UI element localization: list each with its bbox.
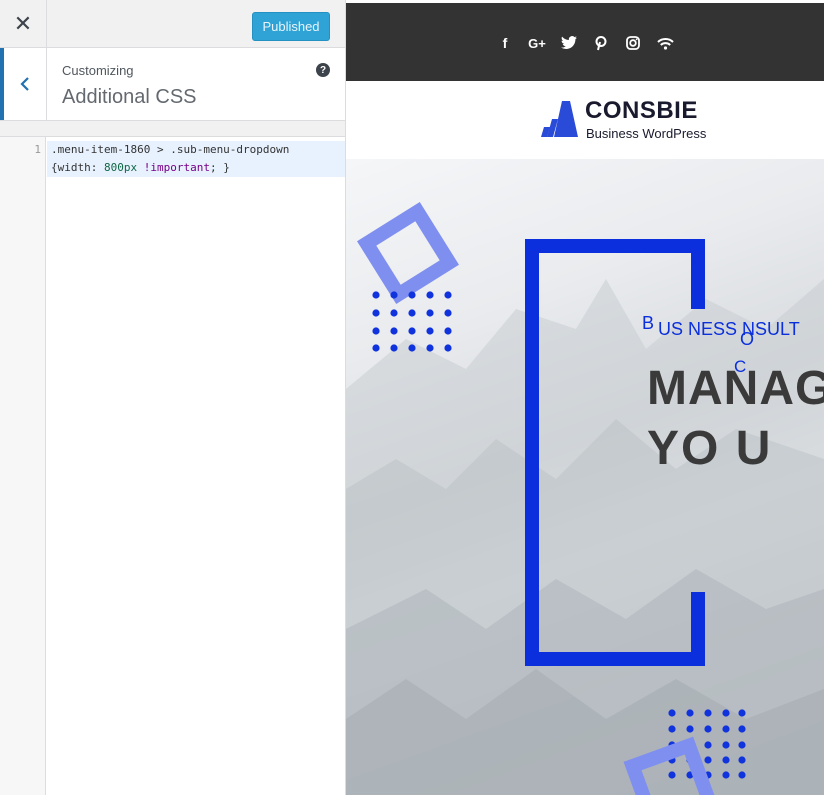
decor-square-top: [357, 202, 459, 304]
code-prefix: {width:: [51, 161, 104, 174]
hero-subtitle-text: US NESS NSULT: [658, 319, 800, 339]
logo-name[interactable]: CONSBIE: [585, 97, 698, 125]
help-icon[interactable]: ?: [316, 63, 330, 77]
section-title: Additional CSS: [62, 86, 197, 108]
publish-button[interactable]: Published: [252, 12, 330, 41]
chevron-left-icon: [20, 77, 29, 91]
hero-headline-2: YO U: [647, 422, 773, 475]
close-icon: ✕: [13, 11, 33, 36]
instagram-icon[interactable]: [617, 31, 649, 55]
section-title-panel: Customizing Additional CSS ?: [0, 48, 345, 121]
site-header: CONSBIE Business WordPress: [346, 81, 824, 159]
logo-tagline: Business WordPress: [586, 126, 707, 141]
line-gutter: 1: [0, 137, 46, 795]
code-suffix: ; }: [209, 161, 230, 174]
wifi-icon[interactable]: [649, 31, 681, 55]
customizer-sidebar: ✕ Published Customizing Additional CSS ?…: [0, 0, 346, 795]
hero-headline-1: MANAG: [647, 362, 824, 415]
css-code-editor[interactable]: 1 .menu-item-1860 > .sub-menu-dropdown {…: [0, 136, 345, 795]
close-button[interactable]: ✕: [0, 0, 47, 48]
customizer-header: ✕ Published: [0, 0, 345, 48]
site-preview[interactable]: f G+ CONSBIE Business WordPress B US NES…: [346, 0, 824, 795]
pinterest-icon[interactable]: [585, 31, 617, 55]
code-keyword: !important: [137, 161, 210, 174]
logo-mark[interactable]: [540, 101, 580, 137]
top-bar: f G+: [346, 3, 824, 81]
hero-letter-o: O: [740, 329, 755, 349]
code-number: 800px: [103, 161, 138, 174]
hero-section: B US NESS NSULT O C MANAG YO U: [346, 159, 824, 795]
back-button[interactable]: [0, 48, 47, 120]
code-selector: .menu-item-1860 > .sub-menu-dropdown: [51, 143, 290, 156]
google-plus-icon[interactable]: G+: [521, 31, 553, 55]
line-number: 1: [34, 143, 41, 156]
hero-letter-b: B: [642, 313, 655, 333]
customizing-label: Customizing: [62, 63, 134, 78]
facebook-icon[interactable]: f: [489, 31, 521, 55]
social-links: f G+: [346, 31, 824, 55]
code-line[interactable]: .menu-item-1860 > .sub-menu-dropdown {wi…: [47, 141, 345, 177]
hero-subtitle: B US NESS NSULT O C: [642, 313, 800, 376]
twitter-icon[interactable]: [553, 31, 585, 55]
hero-background: [346, 202, 824, 795]
